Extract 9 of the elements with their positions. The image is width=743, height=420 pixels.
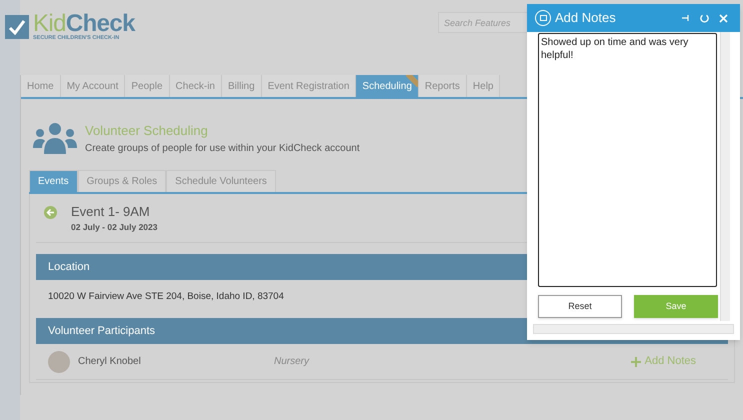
location-address: 10020 W Fairview Ave STE 204, Boise, Idaho ID, 83704 [48, 290, 284, 304]
dialog-title: Add Notes [555, 9, 616, 28]
participant-name: Cheryl Knobel [78, 355, 142, 369]
logo-wordmark: KidCheck [33, 12, 135, 36]
event-title: Event 1- 9AM [71, 202, 151, 220]
event-dates: 02 July - 02 July 2023 [71, 221, 158, 234]
page-title: Volunteer Scheduling [85, 122, 209, 140]
participant-role: Nursery [274, 355, 310, 369]
page-subtitle: Create groups of people for use within your KidCheck account [85, 142, 360, 156]
